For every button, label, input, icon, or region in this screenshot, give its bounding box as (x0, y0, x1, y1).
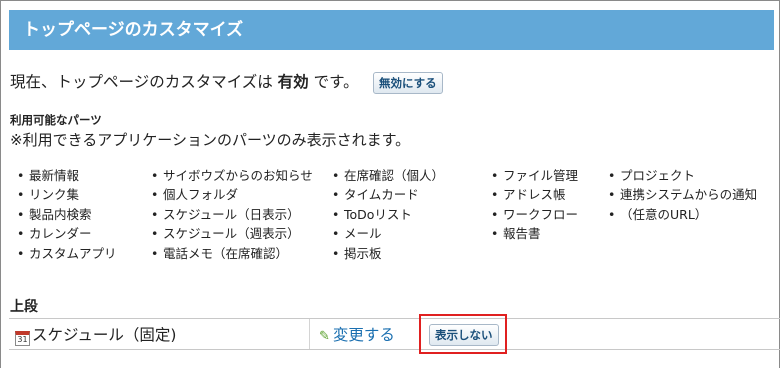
parts-item: 報告書 (486, 224, 578, 244)
hide-button-highlight: 表示しない (419, 314, 507, 354)
parts-item: カスタムアプリ (12, 244, 117, 264)
parts-item: サイボウズからのお知らせ (146, 166, 313, 186)
change-link-label: 変更する (332, 326, 395, 344)
parts-item: 電話メモ（在席確認） (146, 244, 313, 264)
change-link[interactable]: ✎ 変更する (319, 325, 395, 347)
available-parts-heading: 利用可能なパーツ (10, 113, 102, 127)
status-suffix: です。 (313, 73, 359, 91)
parts-item: （任意のURL） (603, 205, 757, 225)
parts-column-2: サイボウズからのお知らせ 個人フォルダ スケジュール（日表示） スケジュール（週… (146, 166, 313, 263)
disable-button[interactable]: 無効にする (373, 72, 443, 94)
part-name-label: スケジュール（固定) (32, 326, 177, 344)
upper-section-heading: 上段 (10, 299, 38, 315)
parts-item: タイムカード (327, 185, 444, 205)
parts-item: 個人フォルダ (146, 185, 313, 205)
parts-item: 製品内検索 (12, 205, 117, 225)
column-divider (309, 319, 310, 349)
parts-item: カレンダー (12, 224, 117, 244)
pencil-icon: ✎ (319, 329, 330, 344)
calendar-icon: 31 (15, 331, 30, 346)
parts-item: スケジュール（日表示） (146, 205, 313, 225)
part-name: 31 スケジュール（固定) (15, 325, 176, 346)
parts-item: プロジェクト (603, 166, 757, 186)
parts-item: ファイル管理 (486, 166, 578, 186)
parts-item: ワークフロー (486, 205, 578, 225)
customize-status: 現在、トップページのカスタマイズは 有効 です。 (10, 72, 359, 92)
parts-column-1: 最新情報 リンク集 製品内検索 カレンダー カスタムアプリ (12, 166, 117, 263)
parts-item: スケジュール（週表示） (146, 224, 313, 244)
parts-item: 最新情報 (12, 166, 117, 186)
parts-item: ToDoリスト (327, 205, 444, 225)
parts-item: 掲示板 (327, 244, 444, 264)
parts-column-4: ファイル管理 アドレス帳 ワークフロー 報告書 (486, 166, 578, 244)
available-parts-note: ※利用できるアプリケーションのパーツのみ表示されます。 (10, 131, 411, 149)
parts-item: 在席確認（個人） (327, 166, 444, 186)
parts-item: 連携システムからの通知 (603, 185, 757, 205)
parts-item: リンク集 (12, 185, 117, 205)
parts-item: アドレス帳 (486, 185, 578, 205)
parts-item: メール (327, 224, 444, 244)
table-row: 31 スケジュール（固定) ✎ 変更する 表示しない (9, 314, 780, 354)
page-title: トップページのカスタマイズ (9, 10, 774, 50)
parts-column-5: プロジェクト 連携システムからの通知 （任意のURL） (603, 166, 757, 225)
hide-button[interactable]: 表示しない (429, 324, 499, 346)
parts-column-3: 在席確認（個人） タイムカード ToDoリスト メール 掲示板 (327, 166, 444, 263)
status-prefix: 現在、トップページのカスタマイズは (10, 73, 273, 91)
status-state: 有効 (277, 73, 309, 91)
